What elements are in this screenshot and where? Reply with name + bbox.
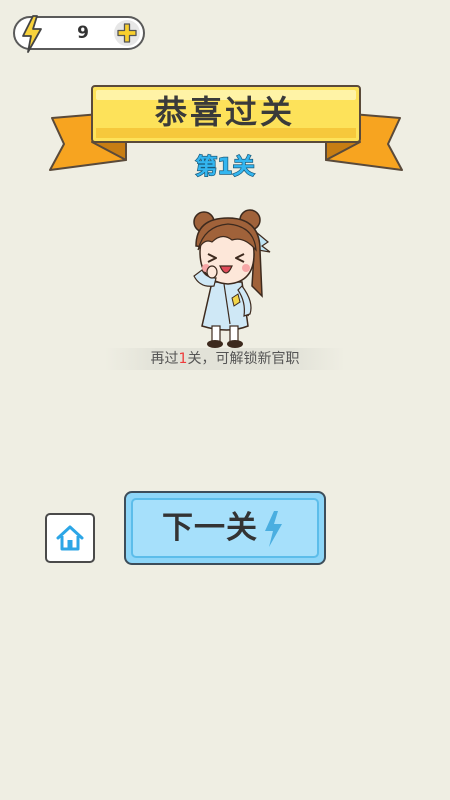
energy-counter: 9 [13,15,145,53]
home-icon [56,525,84,551]
lightning-bolt-icon [265,511,282,547]
character-illustration [193,209,271,348]
home-button[interactable] [45,513,95,563]
add-energy-button[interactable] [114,20,140,46]
unlock-hint: 再过1关，可解锁新官职 [105,348,345,370]
next-level-label: 下一关 [162,510,258,546]
next-level-button[interactable]: 下一关 [124,491,326,565]
plus-icon [117,23,137,43]
energy-count: 9 [77,23,89,43]
banner-title: 恭喜过关 [154,93,295,131]
hint-suffix: 关，可解锁新官职 [187,351,300,367]
hint-prefix: 再过 [150,351,179,367]
level-label: 第1关 [195,154,256,180]
lightning-bolt-icon [22,15,42,53]
